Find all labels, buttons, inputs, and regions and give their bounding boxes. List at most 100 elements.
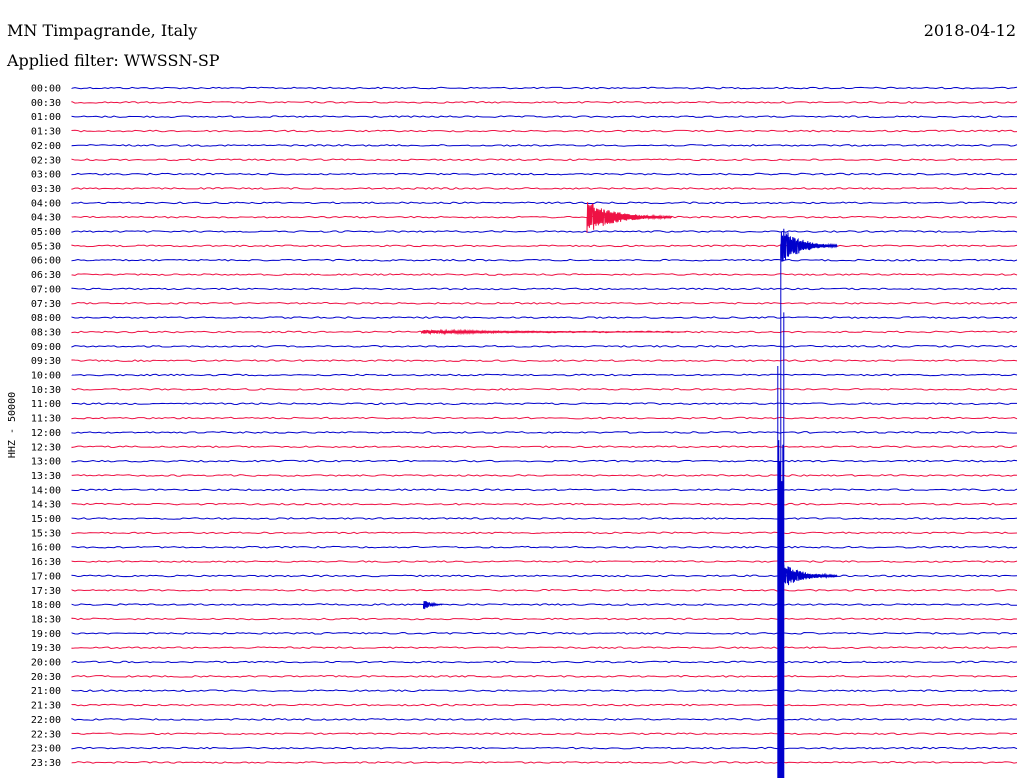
- time-tick-label: 19:00: [31, 629, 61, 640]
- time-tick-label: 15:00: [31, 514, 61, 525]
- trace-line: [71, 215, 1018, 219]
- trace-line: [71, 445, 1018, 449]
- time-tick-label: 23:30: [31, 758, 61, 769]
- trace-line: [71, 703, 1018, 707]
- event-waveform: [586, 202, 673, 233]
- trace-line: [71, 517, 1018, 520]
- trace-line: [71, 416, 1018, 420]
- trace-line: [71, 230, 1018, 233]
- trace-line: [71, 675, 1018, 678]
- trace-line: [71, 459, 1018, 463]
- trace-line: [71, 574, 1018, 578]
- trace-line: [71, 617, 1018, 621]
- trace-line: [71, 86, 1018, 90]
- time-tick-label: 11:30: [31, 414, 61, 425]
- time-tick-label: 00:00: [31, 84, 61, 95]
- time-tick-label: 18:30: [31, 614, 61, 625]
- trace-line: [71, 172, 1018, 176]
- trace-line: [71, 115, 1018, 119]
- trace-line: [71, 316, 1018, 319]
- trace-line: [71, 273, 1018, 276]
- station-title: MN Timpagrande, Italy: [7, 21, 197, 40]
- trace-line: [71, 588, 1018, 592]
- time-tick-label: 00:30: [31, 98, 61, 109]
- trace-line: [71, 144, 1018, 147]
- time-tick-label: 19:30: [31, 643, 61, 654]
- trace-line: [71, 488, 1018, 492]
- trace-line: [71, 100, 1018, 104]
- time-tick-label: 01:00: [31, 112, 61, 123]
- trace-line: [71, 129, 1018, 133]
- trace-line: [71, 287, 1018, 291]
- trace-line: [71, 660, 1018, 664]
- time-tick-label: 12:30: [31, 442, 61, 453]
- time-tick-label: 22:30: [31, 729, 61, 740]
- trace-line: [71, 373, 1018, 377]
- time-tick-label: 17:30: [31, 586, 61, 597]
- trace-line: [71, 187, 1018, 190]
- trace-line: [71, 603, 1018, 606]
- trace-line: [71, 301, 1018, 305]
- time-tick-label: 18:00: [31, 600, 61, 611]
- time-tick-label: 20:00: [31, 658, 61, 669]
- time-tick-label: 23:00: [31, 744, 61, 755]
- trace-line: [71, 560, 1018, 563]
- main-event-spikes: [777, 243, 785, 778]
- trace-line: [71, 402, 1018, 406]
- time-tick-label: 02:30: [31, 155, 61, 166]
- trace-line: [71, 388, 1018, 391]
- time-tick-label: 16:30: [31, 557, 61, 568]
- time-tick-label: 20:30: [31, 672, 61, 683]
- time-tick-label: 09:00: [31, 342, 61, 353]
- time-tick-label: 01:30: [31, 127, 61, 138]
- trace-line: [71, 474, 1018, 477]
- time-tick-label: 07:30: [31, 299, 61, 310]
- time-tick-label: 04:00: [31, 198, 61, 209]
- time-tick-label: 15:30: [31, 528, 61, 539]
- time-tick-label: 21:00: [31, 686, 61, 697]
- time-tick-label: 06:30: [31, 270, 61, 281]
- trace-rows: 00:00 00:30 01:00 01:30 02:00 02:30 03:00 03:30…: [31, 84, 1018, 778]
- trace-line: [71, 344, 1018, 348]
- time-tick-label: 21:30: [31, 701, 61, 712]
- trace-line: [71, 531, 1018, 535]
- trace-line: [71, 732, 1018, 736]
- time-tick-label: 03:30: [31, 184, 61, 195]
- event-waveform: [780, 228, 838, 262]
- trace-line: [71, 689, 1018, 693]
- y-axis-label: HHZ - 50000: [7, 392, 18, 458]
- trace-line: [71, 201, 1018, 205]
- time-tick-label: 10:30: [31, 385, 61, 396]
- time-tick-label: 07:00: [31, 284, 61, 295]
- time-tick-label: 08:00: [31, 313, 61, 324]
- trace-line: [71, 646, 1018, 649]
- time-tick-label: 11:00: [31, 399, 61, 410]
- trace-line: [71, 431, 1018, 434]
- time-tick-label: 04:30: [31, 213, 61, 224]
- time-tick-label: 14:30: [31, 500, 61, 511]
- time-tick-label: 22:00: [31, 715, 61, 726]
- time-tick-label: 05:00: [31, 227, 61, 238]
- trace-line: [71, 761, 1018, 764]
- event-waveform: [421, 328, 687, 336]
- time-tick-label: 17:00: [31, 571, 61, 582]
- time-tick-label: 13:00: [31, 457, 61, 468]
- filter-label: Applied filter: WWSSN-SP: [6, 51, 220, 70]
- time-tick-label: 16:00: [31, 543, 61, 554]
- time-tick-label: 13:30: [31, 471, 61, 482]
- time-tick-label: 12:00: [31, 428, 61, 439]
- trace-line: [71, 258, 1018, 262]
- trace-line: [71, 545, 1018, 549]
- event-waveform: [423, 600, 443, 610]
- trace-line: [71, 244, 1018, 248]
- helicorder-chart: MN Timpagrande, Italy 2018-04-12 Applied…: [6, 21, 1018, 778]
- time-tick-label: 09:30: [31, 356, 61, 367]
- trace-line: [71, 717, 1018, 721]
- trace-line: [71, 359, 1018, 362]
- trace-line: [71, 158, 1018, 162]
- time-tick-label: 08:30: [31, 327, 61, 338]
- trace-line: [71, 631, 1018, 635]
- trace-line: [71, 502, 1018, 506]
- date-label: 2018-04-12: [924, 21, 1016, 40]
- time-tick-label: 05:30: [31, 241, 61, 252]
